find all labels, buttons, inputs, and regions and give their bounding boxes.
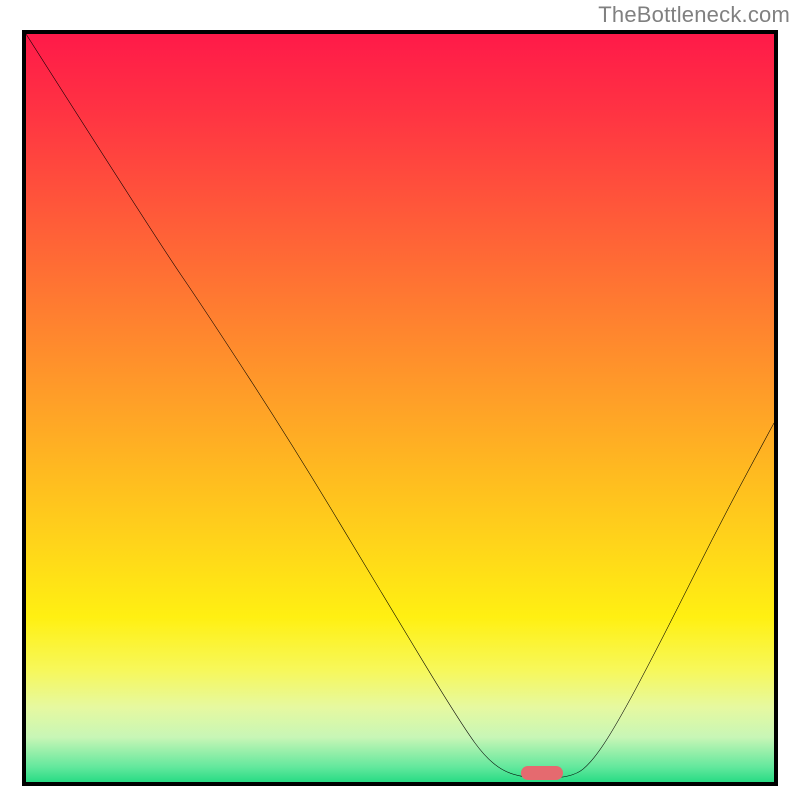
plot-area bbox=[22, 30, 778, 786]
bottleneck-curve bbox=[26, 34, 774, 782]
watermark-text: TheBottleneck.com bbox=[598, 2, 790, 28]
optimal-marker bbox=[521, 766, 563, 780]
chart-frame: TheBottleneck.com bbox=[0, 0, 800, 800]
